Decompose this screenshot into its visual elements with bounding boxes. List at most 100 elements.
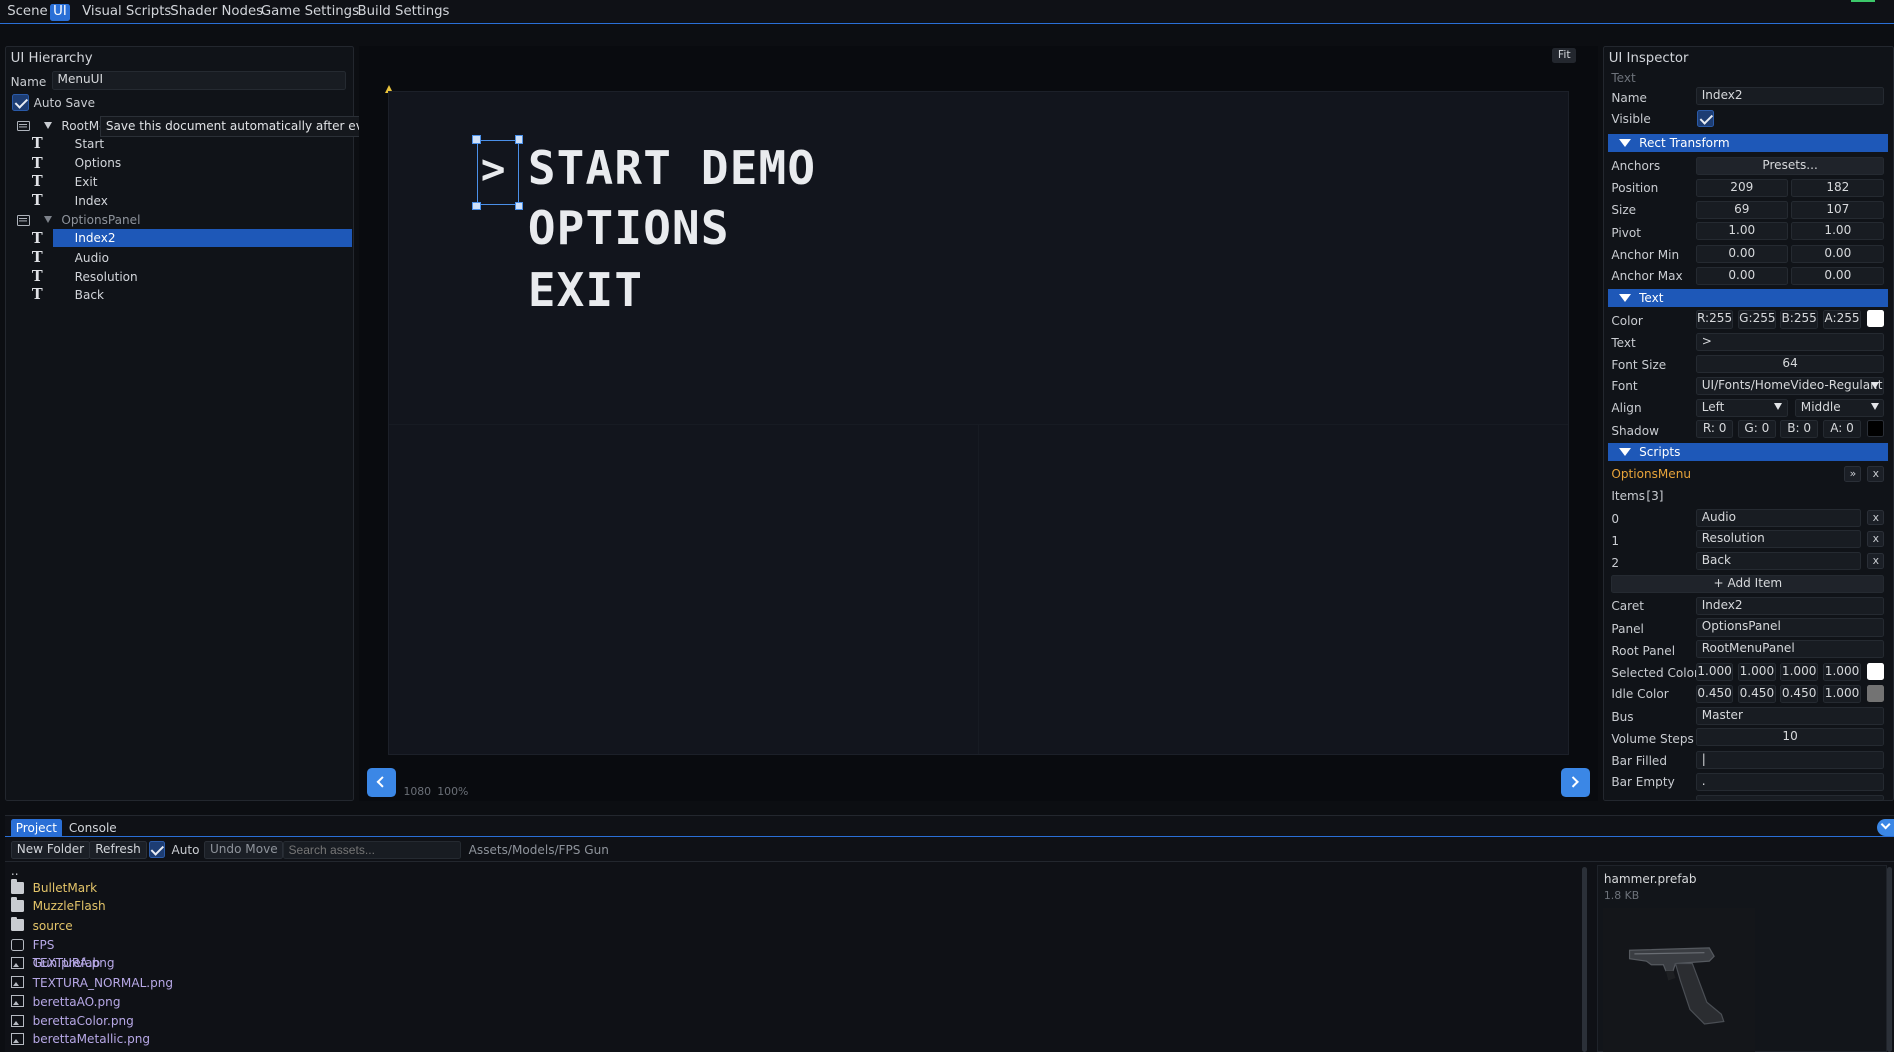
menu-item-options[interactable]: OPTIONS [528,201,730,255]
name-label: Name [1611,90,1647,105]
tab-game-settings[interactable]: Game Settings [257,4,362,21]
element-name-input[interactable]: Index2 [1695,86,1885,106]
idle-color-b-input[interactable]: 0.450 [1780,684,1818,703]
tab-scene[interactable]: Scene [4,4,52,21]
resize-handle[interactable] [472,201,481,211]
anchor-max-label: Anchor Max [1611,269,1683,284]
file-list-scrollbar[interactable] [1582,867,1588,1052]
refresh-button[interactable]: Refresh [89,840,147,859]
shadow-b-input[interactable]: B: 0 [1780,420,1818,439]
expand-arrow-icon[interactable] [44,121,53,129]
selected-color-a-input[interactable]: 1.000 [1822,663,1862,682]
add-item-button[interactable]: + Add Item [1611,574,1885,594]
font-select[interactable]: UI/Fonts/HomeVideo-Regular.t [1695,376,1885,395]
idle-color-r-input[interactable]: 0.450 [1695,684,1734,703]
remove-item-button[interactable]: x [1867,509,1885,526]
color-r-input[interactable]: R:255 [1695,310,1734,329]
resize-handle[interactable] [514,135,523,144]
tree-item-options[interactable]: T Options [11,154,353,172]
anchor-min-y-input[interactable]: 0.00 [1791,245,1885,264]
item-value-input[interactable]: Back [1695,552,1862,571]
rect-transform-header[interactable]: Rect Transform [1607,134,1888,153]
selected-color-g-input[interactable]: 1.000 [1738,663,1776,682]
font-size-input[interactable]: 64 [1695,355,1885,374]
color-b-input[interactable]: B:255 [1780,310,1818,329]
parent-folder-link[interactable]: .. [11,862,19,880]
shadow-color-swatch[interactable] [1867,420,1885,438]
selected-color-swatch[interactable] [1867,663,1885,681]
script-remove-button[interactable]: x [1867,466,1885,482]
anchor-min-x-input[interactable]: 0.00 [1695,245,1788,264]
new-folder-button[interactable]: New Folder [10,840,90,859]
next-page-button[interactable] [1560,768,1590,798]
size-width-input[interactable]: 69 [1695,200,1788,219]
item-value-input[interactable]: Audio [1695,508,1862,527]
pivot-y-input[interactable]: 1.00 [1791,222,1885,241]
text-content-input[interactable]: > [1695,333,1885,352]
text-section-header[interactable]: Text [1607,288,1888,307]
tree-item-index[interactable]: T Index [11,192,353,210]
tab-shader-nodes[interactable]: Shader Nodes [167,4,267,21]
partially-hidden-field[interactable] [1695,794,1885,801]
anchor-presets-button[interactable]: Presets... [1695,157,1885,176]
tab-ui[interactable]: UI [49,3,71,21]
resize-handle[interactable] [472,135,481,144]
volume-steps-input[interactable]: 10 [1695,728,1885,747]
tab-build-settings[interactable]: Build Settings [354,4,453,21]
color-a-input[interactable]: A:255 [1822,310,1862,329]
caret-text[interactable]: > [481,145,506,193]
position-x-input[interactable]: 209 [1695,178,1788,197]
idle-color-a-input[interactable]: 1.000 [1822,684,1862,703]
bus-input[interactable]: Master [1695,706,1885,725]
selected-color-b-input[interactable]: 1.000 [1780,663,1818,682]
preview-scrollbar[interactable] [1886,867,1892,1052]
idle-color-swatch[interactable] [1867,684,1885,702]
auto-refresh-checkbox[interactable] [148,840,166,858]
color-g-input[interactable]: G:255 [1738,310,1776,329]
bar-filled-input[interactable]: | [1695,751,1885,770]
pivot-x-input[interactable]: 1.00 [1695,222,1788,241]
tree-item-resolution[interactable]: T Resolution [11,268,353,286]
idle-color-g-input[interactable]: 0.450 [1738,684,1776,703]
caret-input[interactable]: Index2 [1695,596,1885,615]
divider [4,861,1894,863]
bar-empty-input[interactable]: . [1695,773,1885,792]
panel-input[interactable]: OptionsPanel [1695,618,1885,637]
tab-console[interactable]: Console [69,819,117,837]
menu-item-start-demo[interactable]: START DEMO [528,141,816,195]
tab-visual-scripts[interactable]: Visual Scripts [79,4,175,21]
tree-item-audio[interactable]: T Audio [11,249,353,267]
tree-item-optionspanel[interactable]: OptionsPanel [11,211,353,229]
undo-move-button[interactable]: Undo Move [204,840,284,859]
tab-project[interactable]: Project [10,818,62,838]
collapse-panel-button[interactable] [1877,818,1894,836]
autosave-checkbox[interactable] [11,93,29,111]
anchor-max-x-input[interactable]: 0.00 [1695,266,1788,286]
shadow-a-input[interactable]: A: 0 [1822,420,1862,439]
shadow-g-input[interactable]: G: 0 [1738,420,1776,439]
visible-checkbox[interactable] [1697,109,1715,127]
item-value-input[interactable]: Resolution [1695,530,1862,549]
root-panel-input[interactable]: RootMenuPanel [1695,640,1885,659]
position-y-input[interactable]: 182 [1791,178,1885,197]
selected-color-r-input[interactable]: 1.000 [1695,663,1734,682]
tree-item-index2[interactable]: T Index2 [11,229,353,248]
remove-item-button[interactable]: x [1867,553,1885,569]
remove-item-button[interactable]: x [1867,531,1885,548]
menu-item-exit[interactable]: EXIT [528,263,643,317]
script-more-button[interactable]: » [1844,466,1862,482]
anchor-max-y-input[interactable]: 0.00 [1791,266,1885,286]
fit-button[interactable]: Fit [1552,48,1577,63]
shadow-r-input[interactable]: R: 0 [1695,420,1734,439]
scripts-section-header[interactable]: Scripts [1607,443,1888,462]
tree-item-back[interactable]: T Back [11,286,353,304]
document-name-input[interactable]: MenuUI [51,71,347,91]
resize-handle[interactable] [514,201,523,211]
search-assets-input[interactable] [282,840,462,859]
previous-page-button[interactable] [367,768,397,798]
size-height-input[interactable]: 107 [1791,200,1885,219]
expand-arrow-icon[interactable] [44,215,53,223]
text-color-swatch[interactable] [1867,310,1885,328]
tree-item-start[interactable]: T Start [11,135,353,153]
tree-item-exit[interactable]: T Exit [11,173,353,191]
